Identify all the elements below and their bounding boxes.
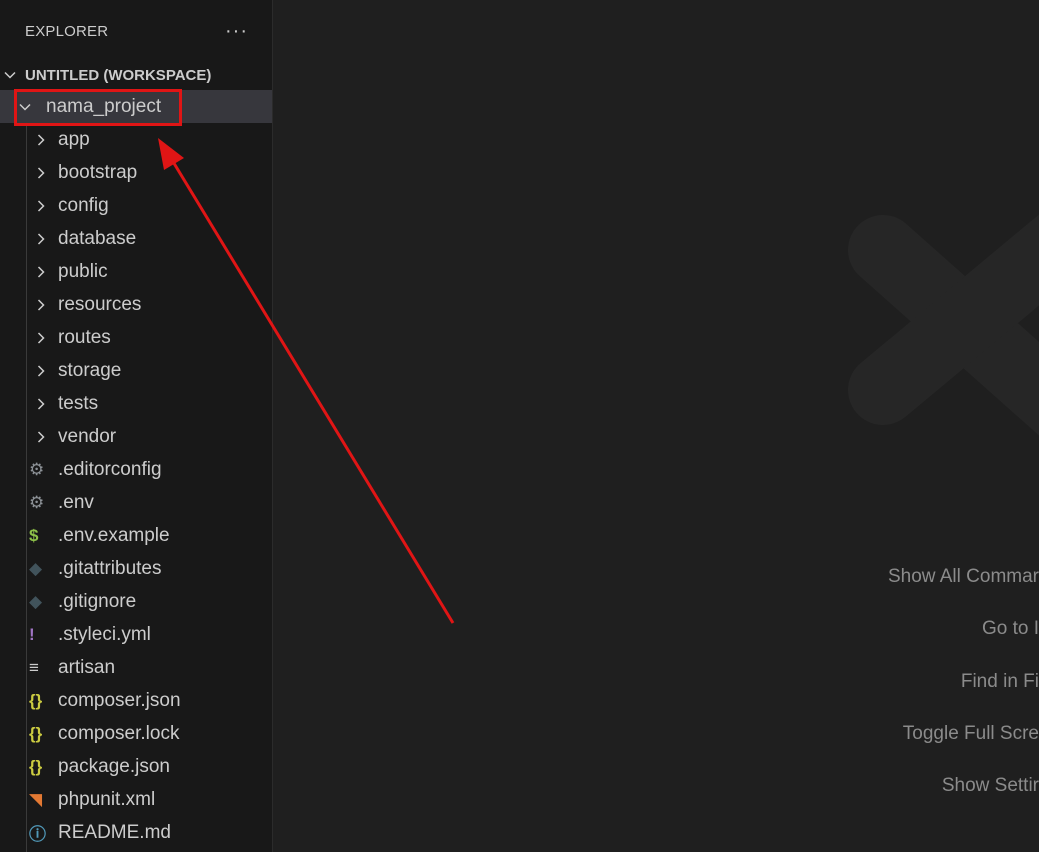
file-label: phpunit.xml: [58, 788, 156, 810]
chevron-right-icon: [34, 331, 58, 345]
chevron-right-icon: [34, 166, 58, 180]
folder-label: app: [58, 128, 90, 150]
tree-item-file[interactable]: {} composer.json: [0, 684, 272, 717]
exclamation-icon: !: [29, 624, 35, 644]
file-label: artisan: [58, 656, 116, 678]
workspace-header[interactable]: UNTITLED (WORKSPACE): [0, 62, 272, 88]
braces-icon: {}: [29, 756, 43, 776]
lines-icon: ≡: [29, 657, 39, 677]
shortcut-label: Find in Fi: [960, 671, 1039, 692]
shortcut-hint: Find in Fi: [639, 671, 1039, 693]
indent-guide: [26, 122, 27, 852]
tree-item-nama-project[interactable]: nama_project: [0, 90, 272, 123]
folder-label: tests: [58, 392, 99, 414]
tree-item-folder[interactable]: routes: [0, 321, 272, 354]
file-tree: app bootstrap config database public resource…: [0, 123, 272, 849]
info-icon: ⓘ: [29, 825, 46, 844]
chevron-right-icon: [34, 298, 58, 312]
tree-item-file[interactable]: ◆ .gitignore: [0, 585, 272, 618]
shortcut-label: Show Settir: [941, 775, 1039, 796]
shortcut-hint: Go to I: [639, 618, 1039, 640]
explorer-title: EXPLORER: [25, 22, 109, 40]
editor-area: Show All Commar Go to I Find in Fi Toggle F…: [273, 0, 1039, 852]
vscode-watermark-icon: [848, 214, 1039, 436]
folder-label: routes: [58, 326, 111, 348]
tree-item-file[interactable]: ⚙ .env: [0, 486, 272, 519]
tree-item-file[interactable]: ◥ phpunit.xml: [0, 783, 272, 816]
chevron-right-icon: [34, 397, 58, 411]
chevron-right-icon: [34, 199, 58, 213]
workspace-label: UNTITLED (WORKSPACE): [25, 66, 212, 84]
braces-icon: {}: [29, 690, 43, 710]
tree-item-folder[interactable]: tests: [0, 387, 272, 420]
folder-label: storage: [58, 359, 122, 381]
chevron-down-icon: [0, 68, 25, 82]
tree-item-file[interactable]: ⚙ .editorconfig: [0, 453, 272, 486]
chevron-right-icon: [34, 265, 58, 279]
folder-label: public: [58, 260, 108, 282]
file-label: .gitignore: [58, 590, 137, 612]
gear-icon: ⚙: [29, 459, 45, 479]
chevron-right-icon: [34, 364, 58, 378]
shortcut-hint: Show All Commar: [639, 566, 1039, 588]
shortcut-label: Go to I: [981, 618, 1039, 639]
folder-label: config: [58, 194, 109, 216]
more-actions-icon[interactable]: ···: [225, 21, 248, 41]
explorer-header: EXPLORER ···: [0, 0, 272, 62]
git-icon: ◆: [29, 591, 43, 611]
chevron-down-icon: [18, 100, 46, 114]
tree-item-folder[interactable]: resources: [0, 288, 272, 321]
shortcut-label: Show All Commar: [888, 566, 1039, 587]
tree-item-folder[interactable]: vendor: [0, 420, 272, 453]
rss-icon: ◥: [29, 789, 43, 809]
tree-item-file[interactable]: ! .styleci.yml: [0, 618, 272, 651]
tree-item-folder[interactable]: bootstrap: [0, 156, 272, 189]
folder-label: vendor: [58, 425, 117, 447]
tree-item-folder[interactable]: database: [0, 222, 272, 255]
tree-item-file[interactable]: {} composer.lock: [0, 717, 272, 750]
tree-item-file[interactable]: ◆ .gitattributes: [0, 552, 272, 585]
tree-item-file[interactable]: $ .env.example: [0, 519, 272, 552]
tree-item-file[interactable]: ≡ artisan: [0, 651, 272, 684]
dollar-icon: $: [29, 525, 39, 545]
file-label: .styleci.yml: [58, 623, 151, 645]
file-label: .env: [58, 491, 94, 513]
tree-item-file[interactable]: ⓘ README.md: [0, 816, 272, 849]
folder-label: bootstrap: [58, 161, 138, 183]
file-label: README.md: [58, 821, 171, 843]
file-label: package.json: [58, 755, 170, 777]
file-label: composer.json: [58, 689, 181, 711]
chevron-right-icon: [34, 232, 58, 246]
project-label: nama_project: [46, 95, 162, 117]
tree-item-folder[interactable]: public: [0, 255, 272, 288]
shortcut-hint: Show Settir: [639, 775, 1039, 797]
chevron-right-icon: [34, 133, 58, 147]
file-label: composer.lock: [58, 722, 180, 744]
folder-label: resources: [58, 293, 142, 315]
folder-label: database: [58, 227, 137, 249]
tree-item-file[interactable]: {} package.json: [0, 750, 272, 783]
gear-icon: ⚙: [29, 492, 45, 512]
chevron-right-icon: [34, 430, 58, 444]
shortcut-label: Toggle Full Scre: [902, 723, 1039, 744]
tree-item-folder[interactable]: config: [0, 189, 272, 222]
tree-item-folder[interactable]: storage: [0, 354, 272, 387]
git-icon: ◆: [29, 558, 43, 578]
tree-item-folder[interactable]: app: [0, 123, 272, 156]
file-label: .editorconfig: [58, 458, 162, 480]
file-label: .gitattributes: [58, 557, 162, 579]
braces-icon: {}: [29, 723, 43, 743]
file-label: .env.example: [58, 524, 170, 546]
shortcut-hint: Toggle Full Scre: [639, 723, 1039, 745]
explorer-sidebar: EXPLORER ··· UNTITLED (WORKSPACE) nama_p…: [0, 0, 273, 852]
